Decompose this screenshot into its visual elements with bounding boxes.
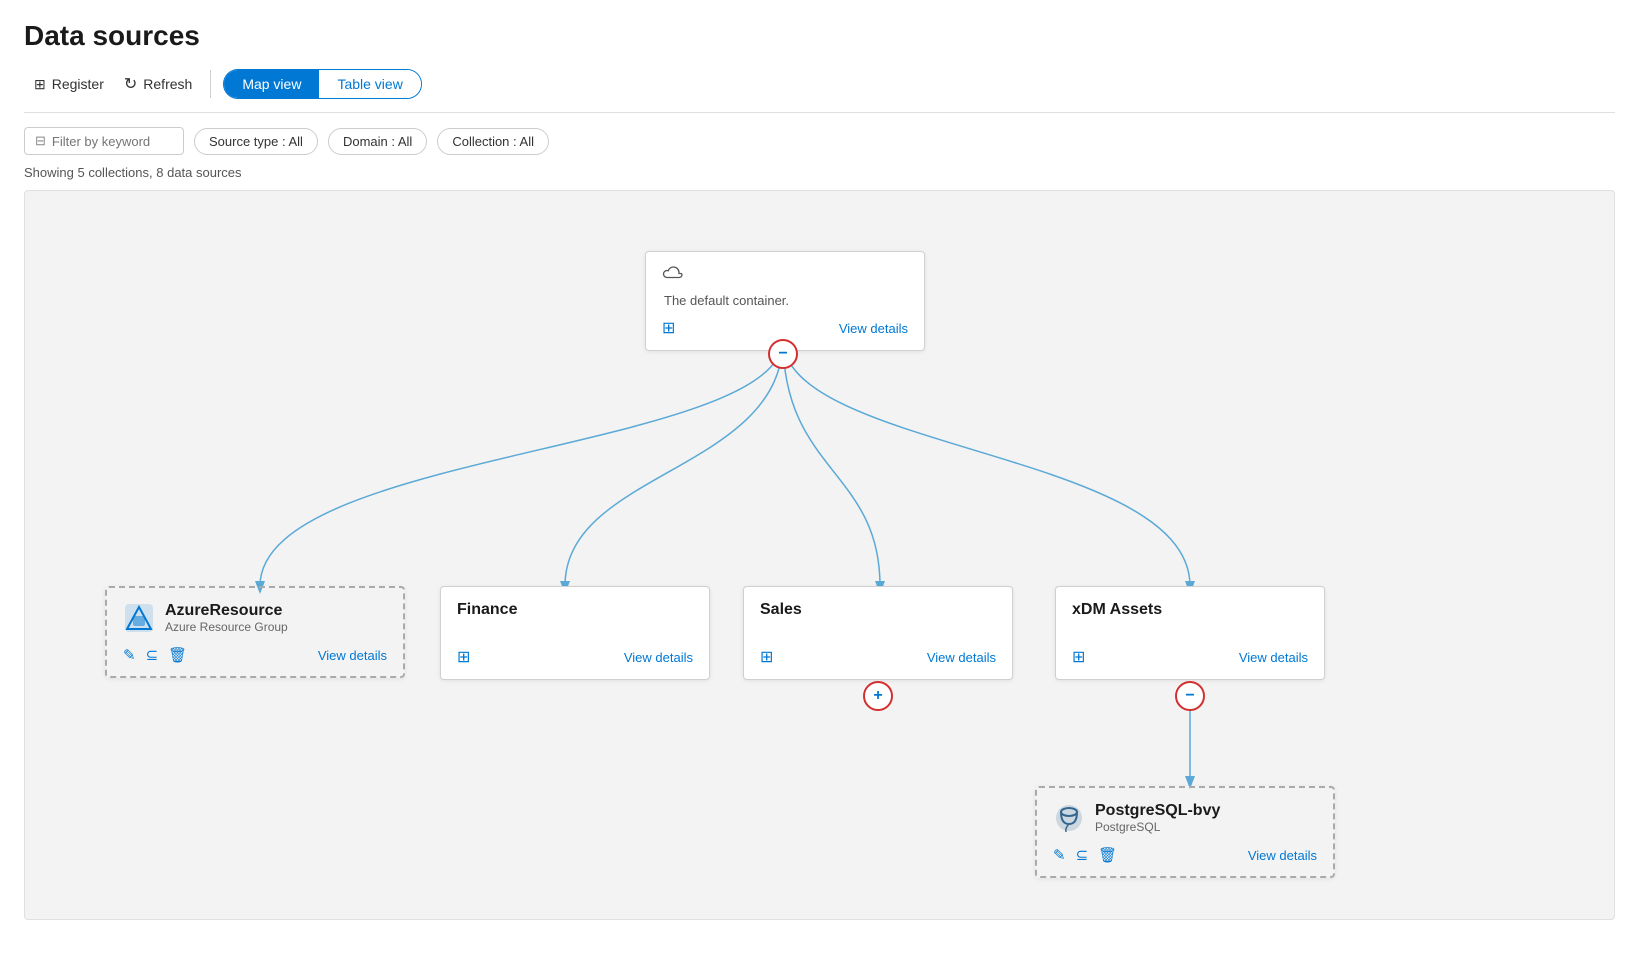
- azure-ds-info: AzureResource Azure Resource Group: [165, 602, 288, 634]
- sales-view-details-link[interactable]: View details: [927, 650, 996, 665]
- root-card-description: The default container.: [662, 293, 908, 308]
- finance-grid-icon: ⊞: [457, 647, 470, 667]
- postgres-ds-name: PostgreSQL-bvy: [1095, 802, 1220, 820]
- postgres-ds-header: PostgreSQL-bvy PostgreSQL: [1053, 802, 1317, 834]
- azure-edit-icon[interactable]: ✎: [123, 646, 136, 664]
- cloud-icon: [662, 266, 908, 289]
- azure-resource-card: AzureResource Azure Resource Group ✎ ⊆ 🗑…: [105, 586, 405, 678]
- postgres-ds-actions: ✎ ⊆ 🗑 View details: [1053, 846, 1317, 864]
- xdm-collapse-button[interactable]: −: [1175, 681, 1205, 711]
- xdm-grid-icon: ⊞: [1072, 647, 1085, 667]
- root-grid-icon: ⊞: [662, 318, 675, 338]
- keyword-filter[interactable]: ⊟: [24, 127, 184, 155]
- filters-bar: ⊟ Source type : All Domain : All Collect…: [24, 127, 1615, 155]
- table-view-button[interactable]: Table view: [319, 70, 420, 98]
- map-view-button[interactable]: Map view: [224, 70, 319, 98]
- source-type-filter[interactable]: Source type : All: [194, 128, 318, 155]
- sales-footer: ⊞ View details: [760, 647, 996, 667]
- toolbar: ⊞ Register ↻ Refresh Map view Table view: [24, 68, 1615, 113]
- xdm-title: xDM Assets: [1072, 601, 1308, 619]
- register-button[interactable]: ⊞ Register: [24, 70, 114, 99]
- azure-copy-icon[interactable]: ⊆: [146, 646, 159, 664]
- view-toggle: Map view Table view: [223, 69, 422, 99]
- filter-icon: ⊟: [35, 133, 46, 149]
- refresh-button[interactable]: ↻ Refresh: [114, 68, 202, 100]
- sales-expand-button[interactable]: +: [863, 681, 893, 711]
- azure-ds-header: AzureResource Azure Resource Group: [123, 602, 387, 634]
- postgres-icon: [1053, 802, 1085, 834]
- root-view-details-link[interactable]: View details: [839, 321, 908, 336]
- toolbar-divider: [210, 70, 211, 98]
- xdm-collection-card: xDM Assets ⊞ View details: [1055, 586, 1325, 680]
- finance-view-details-link[interactable]: View details: [624, 650, 693, 665]
- postgres-edit-icon[interactable]: ✎: [1053, 846, 1066, 864]
- azure-icon: [123, 602, 155, 634]
- azure-delete-icon[interactable]: 🗑: [168, 646, 187, 664]
- postgres-ds-info: PostgreSQL-bvy PostgreSQL: [1095, 802, 1220, 834]
- azure-ds-actions: ✎ ⊆ 🗑 View details: [123, 646, 387, 664]
- keyword-input[interactable]: [52, 134, 172, 149]
- sales-title: Sales: [760, 601, 996, 619]
- collection-filter[interactable]: Collection : All: [437, 128, 549, 155]
- postgres-copy-icon[interactable]: ⊆: [1076, 846, 1089, 864]
- postgres-card: PostgreSQL-bvy PostgreSQL ✎ ⊆ 🗑 View det…: [1035, 786, 1335, 878]
- root-card: The default container. ⊞ View details: [645, 251, 925, 351]
- finance-title: Finance: [457, 601, 693, 619]
- domain-filter[interactable]: Domain : All: [328, 128, 427, 155]
- azure-ds-name: AzureResource: [165, 602, 288, 620]
- sales-collection-card: Sales ⊞ View details: [743, 586, 1013, 680]
- postgres-view-details-link[interactable]: View details: [1248, 848, 1317, 863]
- page-container: Data sources ⊞ Register ↻ Refresh Map vi…: [0, 0, 1639, 973]
- root-card-footer: ⊞ View details: [662, 318, 908, 338]
- finance-footer: ⊞ View details: [457, 647, 693, 667]
- azure-view-details-link[interactable]: View details: [318, 648, 387, 663]
- xdm-footer: ⊞ View details: [1072, 647, 1308, 667]
- root-collapse-button[interactable]: −: [768, 339, 798, 369]
- azure-ds-type: Azure Resource Group: [165, 620, 288, 634]
- page-title: Data sources: [24, 20, 1615, 52]
- summary-text: Showing 5 collections, 8 data sources: [24, 165, 1615, 180]
- finance-collection-card: Finance ⊞ View details: [440, 586, 710, 680]
- postgres-delete-icon[interactable]: 🗑: [1098, 846, 1117, 864]
- map-canvas: The default container. ⊞ View details −: [24, 190, 1615, 920]
- postgres-ds-type: PostgreSQL: [1095, 820, 1220, 834]
- xdm-view-details-link[interactable]: View details: [1239, 650, 1308, 665]
- refresh-icon: ↻: [124, 74, 137, 94]
- sales-grid-icon: ⊞: [760, 647, 773, 667]
- register-icon: ⊞: [34, 76, 46, 93]
